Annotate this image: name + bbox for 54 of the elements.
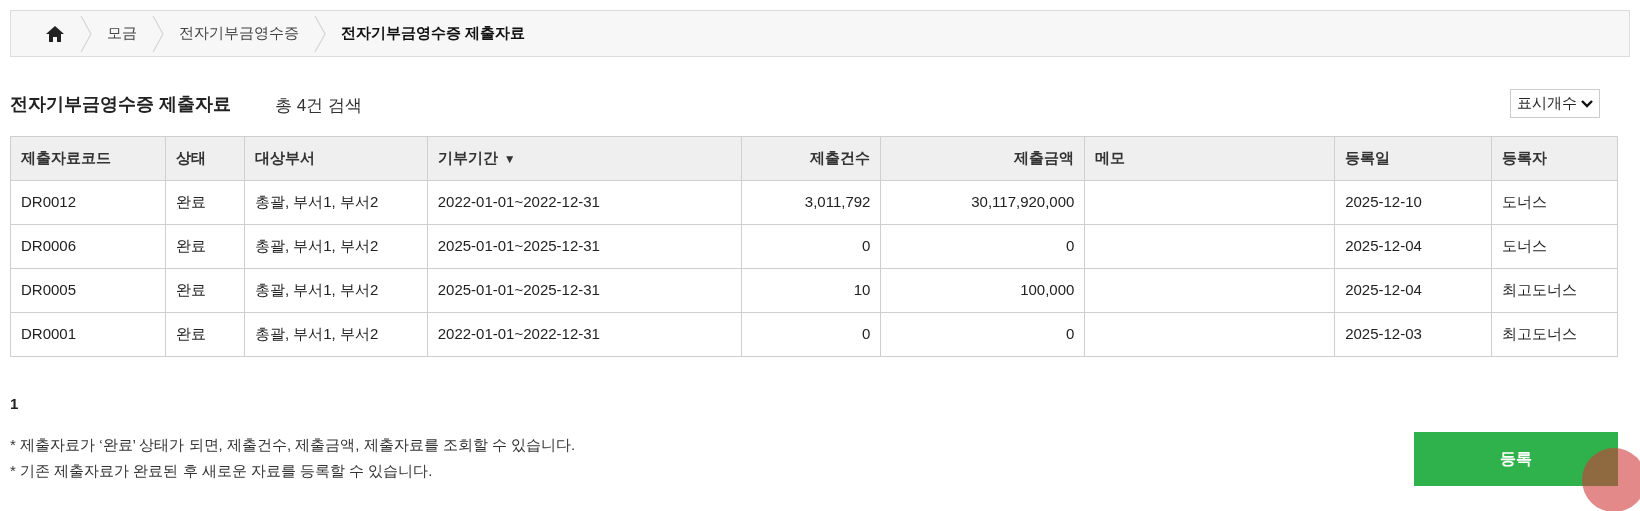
table-cell: DR0006 [21,237,77,255]
column-header: 제출자료코드 [10,136,166,181]
table-cell: 완료 [175,325,206,343]
page-link[interactable]: 1 [10,393,19,416]
table-cell: 0 [1066,325,1075,343]
table-cell: DR0001 [21,325,77,343]
table-cell: 3,011,792 [804,193,871,211]
column-header: 제출금액 [880,136,1085,181]
table-cell: 총괄, 부서1, 부서2 [254,193,379,211]
table-cell: 최고도너스 [1502,325,1578,343]
column-header: 제출건수 [741,136,881,181]
home-icon[interactable] [45,24,65,43]
table-cell: 2025-12-10 [1345,193,1422,211]
table-cell: 도너스 [1502,193,1548,211]
cursor-highlight [1582,448,1640,511]
column-header: 대상부서 [244,136,428,181]
table-cell: 총괄, 부서1, 부서2 [254,237,379,255]
breadcrumb-link[interactable]: 모금 [107,22,137,45]
table-cell: 0 [1066,237,1075,255]
note-text: * 제출자료가 ‘완료’ 상태가 되면, 제출건수, 제출금액, 제출자료를 조회할 수 있습니다. [10,434,576,455]
page-title: 전자기부금영수증 제출자료 [10,93,231,116]
table-cell: 10 [853,281,871,299]
table-cell: DR0012 [21,193,77,211]
column-header: 메모 [1084,136,1335,181]
table-cell: 30,117,920,000 [971,193,1075,211]
table-cell: 2025-12-04 [1345,281,1422,299]
breadcrumb-link[interactable]: 전자기부금영수증 제출자료 [341,22,526,45]
column-header: 상태 [165,136,245,181]
sort-indicator: ▼ [503,152,516,167]
table-cell: 2025-12-03 [1345,325,1422,343]
table-cell: 2022-01-01~2022-12-31 [437,193,600,211]
column-header: 기부기간 ▼ [427,136,741,181]
table-cell: 완료 [175,193,206,211]
table-cell: 도너스 [1502,237,1548,255]
table-cell: 2025-01-01~2025-12-31 [437,281,600,299]
page-size-select[interactable]: 표시개수 [1510,89,1600,118]
chevron-down-icon [1581,99,1593,108]
table-cell: 2022-01-01~2022-12-31 [437,325,600,343]
table-cell: 총괄, 부서1, 부서2 [254,281,379,299]
table-cell: 완료 [175,237,206,255]
table-cell: 총괄, 부서1, 부서2 [254,325,379,343]
table-cell: DR0005 [21,281,77,299]
table-cell: 0 [862,237,871,255]
table-cell: 완료 [175,281,206,299]
result-count: 총 4건 검색 [275,94,362,117]
table-cell: 최고도너스 [1502,281,1578,299]
breadcrumb-link[interactable]: 전자기부금영수증 [179,22,299,45]
table-cell: 0 [862,325,871,343]
table-cell: 100,000 [1020,281,1075,299]
table-cell: 2025-01-01~2025-12-31 [437,237,600,255]
note-text: * 기존 제출자료가 완료된 후 새로운 자료를 등록할 수 있습니다. [10,461,434,481]
column-header: 등록자 [1491,136,1618,181]
table-cell: 2025-12-04 [1345,237,1422,255]
column-header: 등록일 [1334,136,1492,181]
